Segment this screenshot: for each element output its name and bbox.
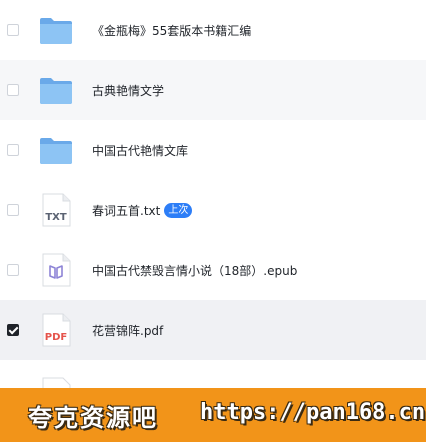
file-row[interactable]: PDF 花营锦阵.pdf	[0, 300, 426, 360]
watermark-banner: 夸克资源吧 https://pan168.cn	[0, 388, 426, 442]
folder-icon	[40, 78, 72, 104]
file-row[interactable]: 中国古代禁毁言情小说（18部）.epub	[0, 240, 426, 300]
row-checkbox[interactable]	[7, 264, 19, 276]
folder-icon	[40, 18, 72, 44]
row-checkbox[interactable]	[7, 84, 19, 96]
file-name[interactable]: 春词五首.txt	[92, 202, 160, 219]
txt-file-icon: TXT	[42, 193, 71, 227]
file-row[interactable]: 中国古代艳情文库	[0, 120, 426, 180]
row-checkbox[interactable]	[7, 144, 19, 156]
folder-icon	[40, 138, 72, 164]
file-name[interactable]: 《金瓶梅》55套版本书籍汇编	[92, 0, 251, 60]
file-name[interactable]: 古典艳情文学	[92, 60, 164, 120]
row-checkbox[interactable]	[7, 24, 19, 36]
file-row[interactable]: 《金瓶梅》55套版本书籍汇编	[0, 0, 426, 60]
file-name[interactable]: 中国古代禁毁言情小说（18部）.epub	[92, 240, 297, 300]
file-name-wrap: 春词五首.txt 上次	[92, 180, 193, 240]
file-name[interactable]: 花营锦阵.pdf	[92, 300, 163, 360]
file-type-label: PDF	[45, 332, 67, 343]
banner-url: https://pan168.cn	[200, 400, 426, 425]
file-row[interactable]: 古典艳情文学	[0, 60, 426, 120]
file-list: 《金瓶梅》55套版本书籍汇编 古典艳情文学 中国古代艳情文库 TXT 春词五首.…	[0, 0, 426, 420]
file-type-label: TXT	[45, 212, 67, 223]
file-name[interactable]: 中国古代艳情文库	[92, 120, 188, 180]
row-checkbox-checked[interactable]	[7, 324, 19, 336]
recent-badge: 上次	[164, 202, 193, 218]
row-checkbox[interactable]	[7, 204, 19, 216]
epub-file-icon	[42, 253, 71, 287]
pdf-file-icon: PDF	[42, 313, 71, 347]
file-row[interactable]: TXT 春词五首.txt 上次	[0, 180, 426, 240]
banner-site-name: 夸克资源吧	[28, 403, 158, 432]
